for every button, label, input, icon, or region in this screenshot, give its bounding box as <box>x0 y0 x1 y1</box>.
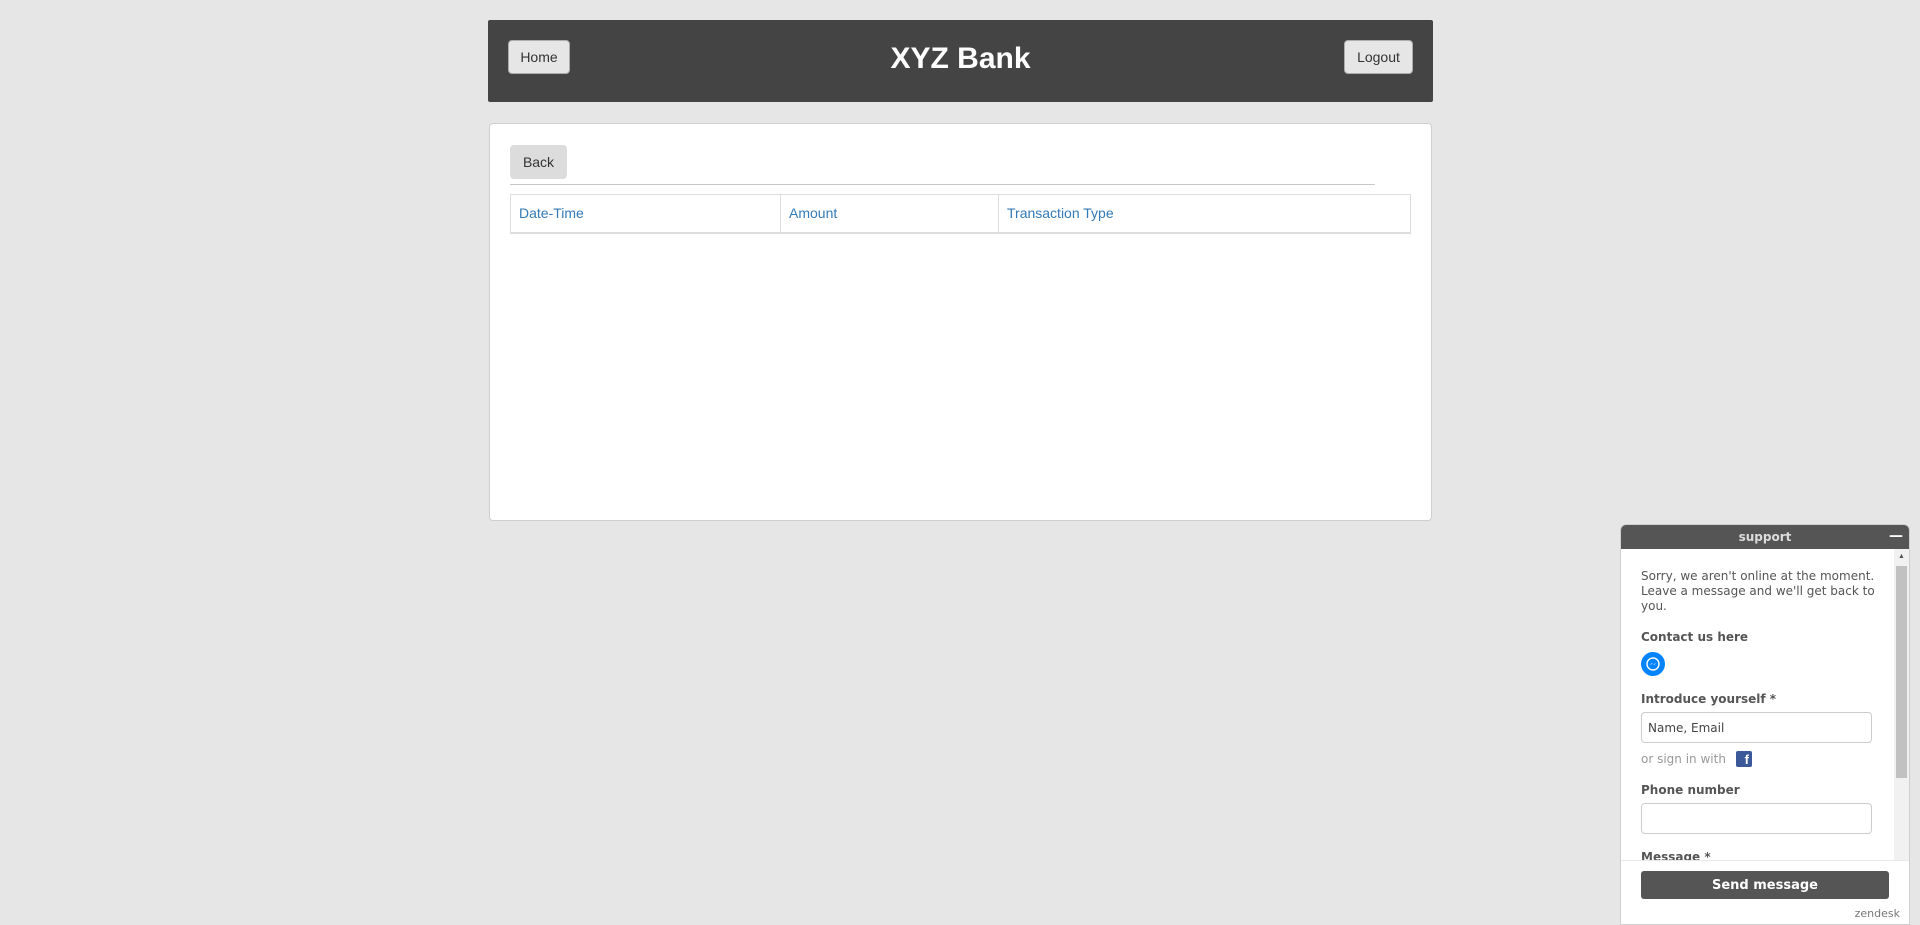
phone-label: Phone number <box>1641 783 1740 797</box>
sort-link-amount[interactable]: Amount <box>789 205 837 221</box>
signin-row: or sign in with f <box>1641 751 1876 767</box>
support-form: Sorry, we aren't online at the moment. L… <box>1621 549 1896 886</box>
support-title: support <box>1738 530 1792 544</box>
support-scrollbar[interactable]: ▲ ▼ <box>1894 549 1909 886</box>
name-email-input[interactable]: Name, Email <box>1641 712 1872 743</box>
support-chat-widget: support — Sorry, we aren't online at the… <box>1620 524 1910 925</box>
support-footer: Send message zendesk <box>1621 860 1909 924</box>
introduce-label: Introduce yourself * <box>1641 692 1777 706</box>
column-header-transaction-type: Transaction Type <box>998 194 1411 234</box>
sort-link-date-time[interactable]: Date-Time <box>519 205 584 221</box>
logout-button[interactable]: Logout <box>1344 40 1413 74</box>
divider <box>510 184 1375 185</box>
transactions-panel: Back Date-Time Amount Transaction Type <box>489 123 1432 521</box>
zendesk-brand[interactable]: zendesk <box>1855 907 1900 920</box>
support-title-bar[interactable]: support — <box>1621 525 1909 549</box>
messenger-icon[interactable] <box>1641 652 1665 676</box>
offline-message: Sorry, we aren't online at the moment. L… <box>1641 569 1875 613</box>
send-message-button[interactable]: Send message <box>1641 871 1889 899</box>
page-title: XYZ Bank <box>890 42 1031 75</box>
column-header-date-time: Date-Time <box>510 194 781 234</box>
back-button[interactable]: Back <box>510 145 567 179</box>
scroll-thumb[interactable] <box>1896 566 1907 778</box>
signin-text: or sign in with <box>1641 752 1726 766</box>
minimize-icon[interactable]: — <box>1889 529 1903 543</box>
scroll-up-icon[interactable]: ▲ <box>1894 549 1909 564</box>
sort-link-transaction-type[interactable]: Transaction Type <box>1007 205 1114 221</box>
top-header: Home XYZ Bank Logout <box>488 20 1433 102</box>
transactions-table: Date-Time Amount Transaction Type <box>510 194 1411 234</box>
facebook-icon[interactable]: f <box>1735 751 1752 767</box>
column-header-amount: Amount <box>780 194 999 234</box>
contact-label: Contact us here <box>1641 630 1749 644</box>
phone-input[interactable] <box>1641 803 1872 834</box>
